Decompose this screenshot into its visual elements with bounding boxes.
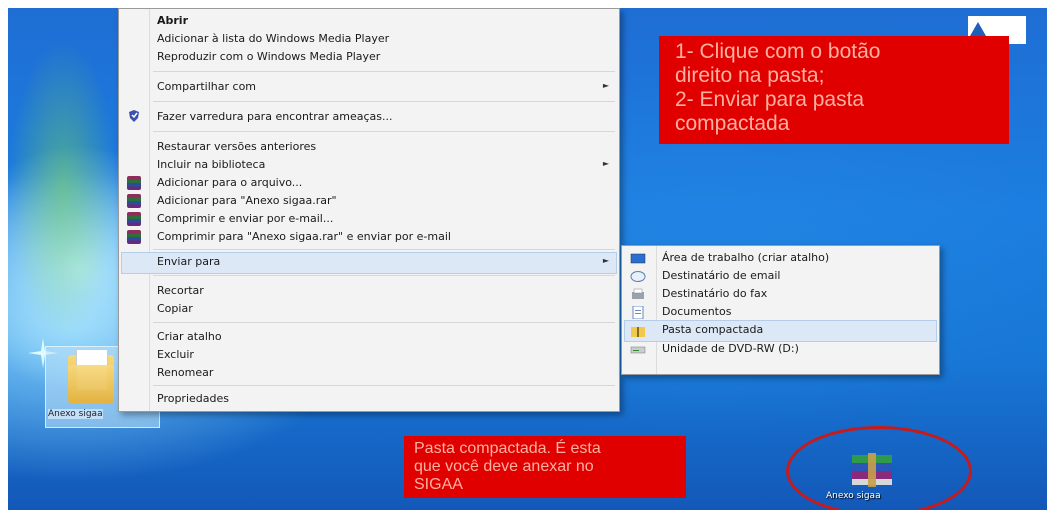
callout-line: direito na pasta; (675, 64, 825, 87)
menu-item-propriedades[interactable]: Propriedades (157, 391, 229, 407)
menu-separator (153, 131, 615, 132)
menu-item-compress-anexo-email[interactable]: Comprimir para "Anexo sigaa.rar" e envia… (157, 229, 451, 245)
menu-separator (153, 249, 615, 250)
winrar-icon (127, 230, 141, 244)
submenu-item-documents[interactable]: Documentos (662, 304, 731, 320)
menu-item-add-anexo-rar[interactable]: Adicionar para "Anexo sigaa.rar" (157, 193, 337, 209)
menu-item-abrir[interactable]: Abrir (157, 13, 188, 29)
menu-separator (153, 71, 615, 72)
winrar-icon (127, 194, 141, 208)
email-icon (630, 271, 646, 282)
folder-front-icon (68, 365, 114, 403)
dvd-drive-icon (630, 346, 646, 354)
menu-separator (153, 275, 615, 276)
submenu-item-email[interactable]: Destinatário de email (662, 268, 781, 284)
submenu-item-dvd-drive[interactable]: Unidade de DVD-RW (D:) (662, 341, 799, 357)
rar-archive-label[interactable]: Anexo sigaa (826, 491, 881, 501)
submenu-arrow-icon: ► (602, 256, 609, 265)
callout-line: que você deve anexar no (414, 458, 594, 475)
winrar-icon (127, 176, 141, 190)
desktop-icon (630, 253, 646, 264)
menu-item-play-wmp[interactable]: Reproduzir com o Windows Media Player (157, 49, 380, 65)
menu-item-recortar[interactable]: Recortar (157, 283, 204, 299)
menu-item-excluir[interactable]: Excluir (157, 347, 194, 363)
submenu-item-desktop[interactable]: Área de trabalho (criar atalho) (662, 250, 829, 266)
fax-icon (632, 288, 644, 299)
result-callout: Pasta compactada. É esta que você deve a… (404, 436, 686, 498)
menu-separator (153, 322, 615, 323)
submenu-item-pasta-compactada[interactable]: Pasta compactada (662, 322, 763, 338)
menu-item-scan-threats[interactable]: Fazer varredura para encontrar ameaças..… (157, 109, 393, 125)
menu-separator (153, 101, 615, 102)
folder-label: Anexo sigaa (48, 409, 103, 419)
submenu-arrow-icon: ► (602, 81, 609, 90)
menu-item-criar-atalho[interactable]: Criar atalho (157, 329, 222, 345)
context-menu: Abrir Adicionar à lista do Windows Media… (118, 8, 620, 412)
callout-line: Pasta compactada. É esta (414, 440, 601, 457)
documents-icon (632, 306, 644, 319)
winrar-icon (127, 212, 141, 226)
windows-desktop: Anexo sigaa Abrir Adicionar à lista do W… (8, 8, 1047, 510)
menu-item-add-archive[interactable]: Adicionar para o arquivo... (157, 175, 302, 191)
menu-item-restore-versions[interactable]: Restaurar versões anteriores (157, 139, 316, 155)
menu-item-include-library[interactable]: Incluir na biblioteca (157, 157, 265, 173)
screenshot-stage: { "context_menu": { "items": [ {"label":… (0, 0, 1057, 516)
callout-line: compactada (675, 112, 790, 135)
submenu-gutter (656, 246, 657, 374)
shield-icon (129, 110, 139, 122)
shortcut-icon (970, 22, 986, 36)
rar-archive-icon[interactable] (850, 453, 894, 487)
menu-item-enviar-para[interactable]: Enviar para (157, 254, 220, 270)
menu-item-copiar[interactable]: Copiar (157, 301, 193, 317)
menu-item-compress-email[interactable]: Comprimir e enviar por e-mail... (157, 211, 333, 227)
menu-item-renomear[interactable]: Renomear (157, 365, 213, 381)
wallpaper-green-glow (8, 38, 118, 338)
callout-line: 2- Enviar para pasta (675, 88, 865, 111)
send-to-submenu: Área de trabalho (criar atalho) Destinat… (621, 245, 940, 375)
submenu-arrow-icon: ► (602, 159, 609, 168)
menu-item-compartilhar[interactable]: Compartilhar com (157, 79, 256, 95)
callout-line: 1- Clique com o botão (675, 40, 881, 63)
menu-separator (153, 385, 615, 386)
callout-line: SIGAA (414, 476, 463, 493)
zip-folder-icon (631, 327, 645, 337)
submenu-item-fax[interactable]: Destinatário do fax (662, 286, 767, 302)
menu-item-add-to-wmp[interactable]: Adicionar à lista do Windows Media Playe… (157, 31, 389, 47)
menu-gutter (149, 9, 150, 411)
instruction-callout: 1- Clique com o botão direito na pasta; … (659, 36, 1009, 144)
